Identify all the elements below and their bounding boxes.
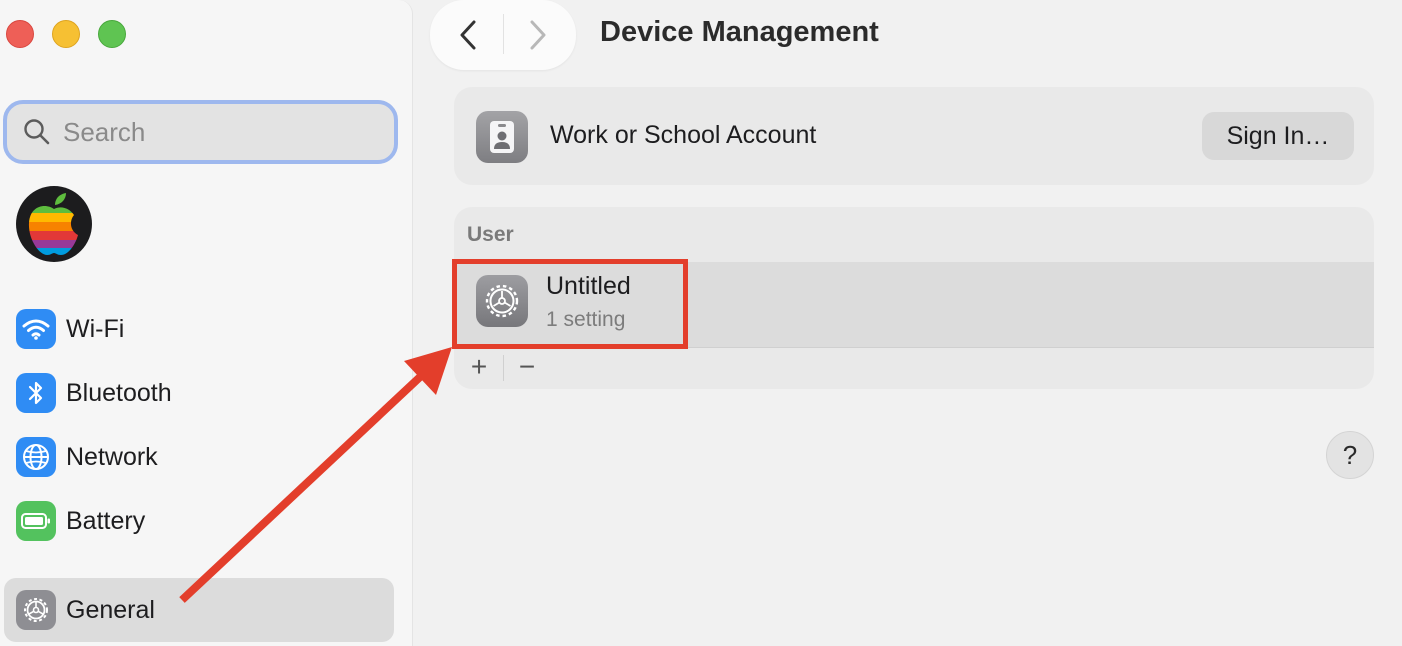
rainbow-apple-logo-icon — [28, 193, 78, 256]
bluetooth-icon — [16, 373, 56, 413]
help-button[interactable]: ? — [1326, 431, 1374, 479]
remove-profile-button[interactable]: − — [512, 352, 542, 382]
minimize-window-button[interactable] — [52, 20, 80, 48]
globe-icon — [16, 437, 56, 477]
work-school-account-card: Work or School Account Sign In… — [454, 87, 1374, 185]
sidebar-item-label: Network — [66, 442, 158, 471]
wifi-icon — [16, 309, 56, 349]
page-title: Device Management — [600, 16, 879, 48]
gear-icon — [16, 590, 56, 630]
sidebar-item-wifi[interactable]: Wi-Fi — [4, 298, 394, 360]
search-placeholder: Search — [63, 116, 146, 147]
sidebar-item-label: Bluetooth — [66, 378, 172, 407]
apple-account-avatar[interactable] — [16, 186, 92, 262]
close-window-button[interactable] — [6, 20, 34, 48]
sidebar: Search Wi-Fi Bluetooth Network Battery G… — [0, 0, 413, 646]
nav-divider — [503, 14, 504, 54]
sign-in-button[interactable]: Sign In… — [1202, 112, 1354, 160]
chevron-right-icon[interactable] — [522, 14, 554, 56]
id-badge-icon — [476, 111, 528, 163]
search-icon — [24, 119, 50, 145]
section-title: User — [467, 223, 514, 246]
account-label: Work or School Account — [550, 121, 817, 149]
sidebar-item-battery[interactable]: Battery — [4, 490, 394, 552]
zoom-window-button[interactable] — [98, 20, 126, 48]
add-profile-button[interactable]: + — [464, 352, 494, 382]
annotation-highlight-box — [452, 259, 688, 349]
sidebar-item-network[interactable]: Network — [4, 426, 394, 488]
sidebar-item-label: General — [66, 595, 155, 624]
chevron-left-icon[interactable] — [452, 14, 484, 56]
sidebar-item-general[interactable]: General — [4, 578, 394, 642]
navigation-buttons — [430, 0, 576, 70]
divider — [503, 355, 504, 381]
sidebar-item-label: Wi-Fi — [66, 314, 125, 343]
battery-icon — [16, 501, 56, 541]
sidebar-item-label: Battery — [66, 506, 146, 535]
sidebar-item-bluetooth[interactable]: Bluetooth — [4, 362, 394, 424]
search-field[interactable]: Search — [3, 100, 398, 164]
